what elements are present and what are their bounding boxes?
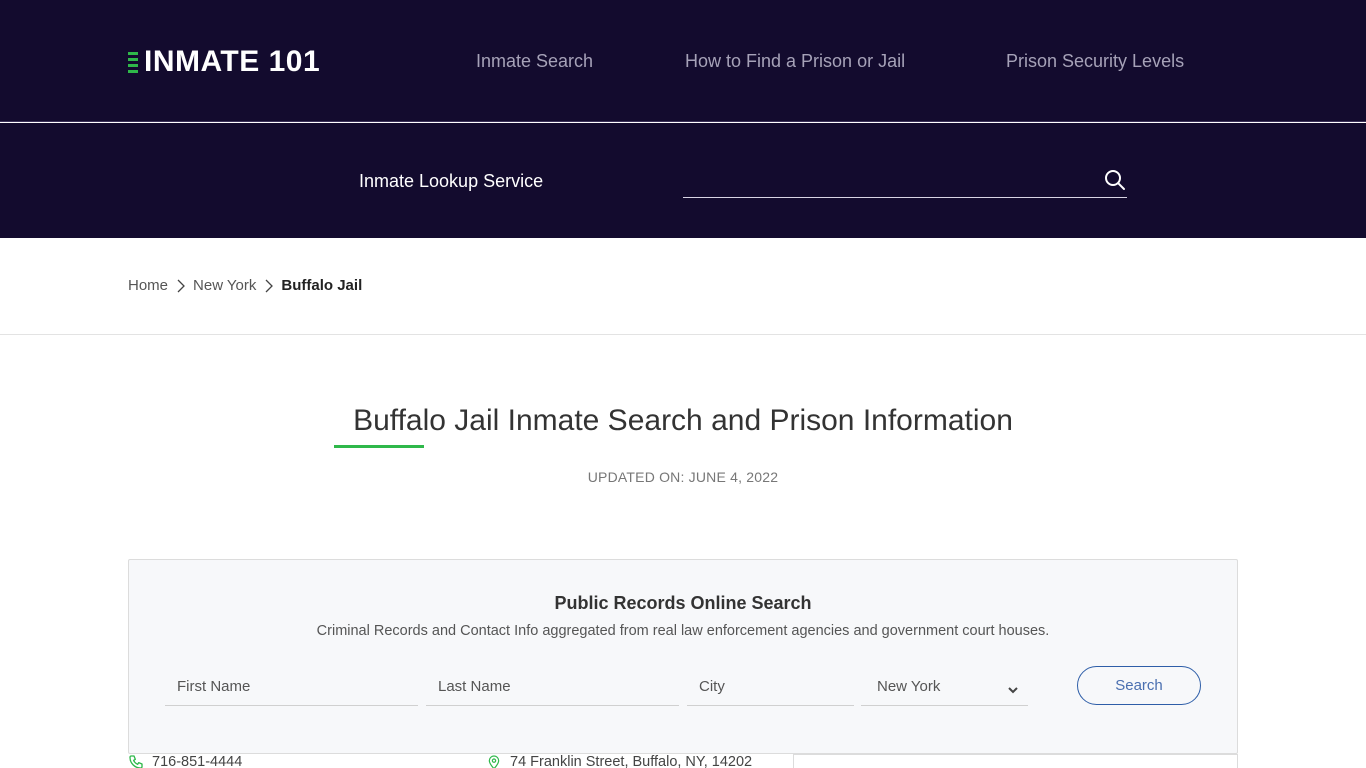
address-text: 74 Franklin Street, Buffalo, NY, 14202 [510,754,753,768]
public-records-search-card: Public Records Online Search Criminal Re… [128,559,1238,754]
title-accent-underline [334,445,424,448]
city-field-wrap [687,668,854,706]
lookup-label: Inmate Lookup Service [359,171,544,191]
lookup-search-input[interactable] [683,163,1093,197]
nav-security-levels[interactable]: Prison Security Levels [1006,48,1184,74]
state-field-wrap: New York [861,668,1028,706]
address-item: 74 Franklin Street, Buffalo, NY, 14202 [486,754,752,768]
chevron-right-icon [262,279,276,293]
phone-link[interactable]: 716-851-4444 [152,754,242,768]
contact-row: 716-851-4444 74 Franklin Street, Buffalo… [128,752,1238,768]
phone-icon [128,754,144,768]
first-name-input[interactable] [165,668,418,705]
last-name-input[interactable] [426,668,679,705]
inmate-lookup-band: Inmate Lookup Service [0,123,1366,238]
breadcrumb-home[interactable]: Home [128,276,168,296]
search-icon[interactable] [1103,168,1127,192]
nav-find-prison[interactable]: How to Find a Prison or Jail [685,48,905,74]
chevron-right-icon [174,279,188,293]
card-title: Public Records Online Search [554,593,812,613]
state-select[interactable]: New York [861,668,1028,705]
phone-item: 716-851-4444 [128,754,242,768]
nav-inmate-search[interactable]: Inmate Search [476,48,593,74]
breadcrumb: Home New York Buffalo Jail [128,276,362,296]
search-button[interactable]: Search [1077,666,1201,705]
lookup-field [683,163,1127,198]
last-name-field-wrap [426,668,679,706]
updated-date: UPDATED ON: JUNE 4, 2022 [587,469,779,485]
first-name-field-wrap [165,668,418,706]
card-subtitle: Criminal Records and Contact Info aggreg… [316,623,1050,639]
page-title: Buffalo Jail Inmate Search and Prison In… [353,404,1013,437]
city-input[interactable] [687,668,854,705]
breadcrumb-current: Buffalo Jail [281,277,363,294]
main-nav: Inmate Search How to Find a Prison or Ja… [0,48,1366,74]
map-pin-icon [486,754,502,768]
breadcrumb-band: Home New York Buffalo Jail [0,238,1366,335]
breadcrumb-new-york[interactable]: New York [193,276,256,296]
map-box [793,754,1238,768]
site-header: INMATE 101 Inmate Search How to Find a P… [0,0,1366,122]
